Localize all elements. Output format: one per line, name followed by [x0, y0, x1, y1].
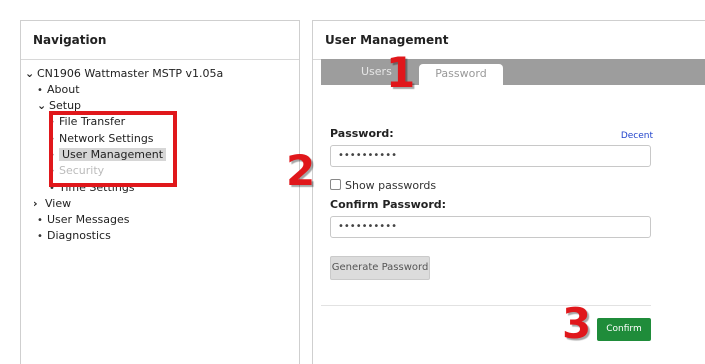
- tree-item-about[interactable]: • About: [37, 82, 80, 98]
- user-management-panel: User Management Users Password Password:…: [312, 20, 705, 364]
- navigation-panel: Navigation ⌄ CN1906 Wattmaster MSTP v1.05…: [20, 20, 300, 364]
- chevron-down-icon: ⌄: [25, 67, 35, 80]
- navigation-title: Navigation: [21, 21, 299, 60]
- chevron-down-icon: ⌄: [37, 99, 47, 112]
- show-passwords-label: Show passwords: [345, 179, 437, 192]
- show-passwords-row[interactable]: Show passwords: [330, 179, 436, 192]
- footer-divider: [321, 305, 651, 306]
- window-top-strip: [0, 0, 705, 8]
- tree-item-user-messages[interactable]: • User Messages: [37, 212, 130, 228]
- setup-highlight-annotation: [49, 111, 177, 187]
- bullet-icon: •: [37, 215, 43, 226]
- bullet-icon: •: [37, 85, 43, 96]
- step-3-callout: 3: [562, 299, 592, 348]
- chevron-right-icon: ›: [33, 197, 38, 210]
- tree-item-label: Diagnostics: [47, 229, 111, 242]
- tab-bar: Users Password: [321, 59, 705, 85]
- step-1-callout: 1: [386, 48, 416, 97]
- confirm-button[interactable]: Confirm: [597, 318, 651, 341]
- content-title: User Management: [313, 21, 705, 60]
- password-strength-indicator: Decent: [620, 131, 653, 141]
- confirm-password-field[interactable]: ••••••••••: [330, 216, 651, 238]
- tree-item-label: CN1906 Wattmaster MSTP v1.05a: [37, 67, 224, 80]
- tree-item-label: User Messages: [47, 213, 130, 226]
- tree-item-label: View: [45, 197, 72, 210]
- tree-item-label: About: [47, 83, 80, 96]
- step-2-callout: 2: [286, 146, 316, 195]
- bullet-icon: •: [37, 231, 43, 242]
- password-field[interactable]: ••••••••••: [330, 145, 651, 167]
- confirm-password-label: Confirm Password:: [330, 198, 447, 211]
- tree-item-device[interactable]: ⌄ CN1906 Wattmaster MSTP v1.05a: [25, 66, 223, 82]
- generate-password-button[interactable]: Generate Password: [330, 256, 430, 280]
- tree-item-diagnostics[interactable]: • Diagnostics: [37, 228, 111, 244]
- show-passwords-checkbox[interactable]: [330, 179, 341, 190]
- tree-item-view[interactable]: › View: [33, 196, 71, 212]
- tab-password[interactable]: Password: [418, 63, 504, 85]
- password-label: Password:: [330, 127, 394, 140]
